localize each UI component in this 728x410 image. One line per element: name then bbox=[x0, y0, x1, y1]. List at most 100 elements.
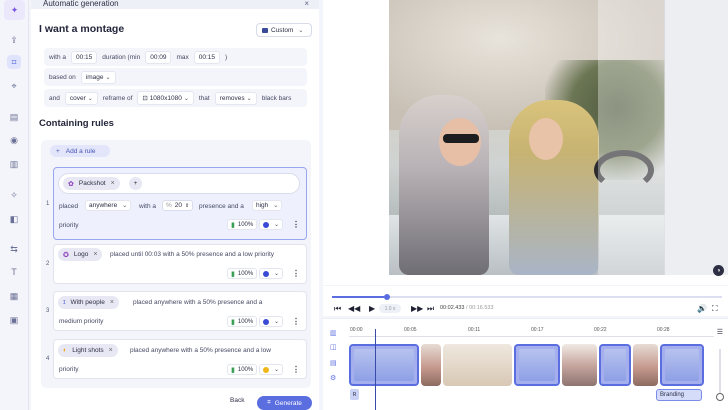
audio-icon[interactable]: ◉ bbox=[7, 133, 21, 147]
rewind-icon[interactable]: ◀◀ bbox=[348, 304, 360, 313]
presence-input[interactable]: % 20 ⇕ bbox=[162, 200, 194, 211]
background-icon[interactable]: ▦ bbox=[7, 289, 21, 303]
timeline-clip[interactable] bbox=[660, 344, 704, 386]
skip-forward-icon[interactable]: ⏭ bbox=[427, 304, 434, 314]
play-icon[interactable]: ▶ bbox=[369, 304, 375, 313]
zoom-slider[interactable] bbox=[716, 349, 724, 401]
removes-dropdown[interactable]: removes ⌄ bbox=[214, 91, 257, 105]
rule-card-light-shots[interactable]: ◐ Light shots × placed anywhere with a 5… bbox=[53, 339, 307, 379]
share-badge[interactable]: ▮ 100% bbox=[227, 316, 258, 327]
crop-icon[interactable]: ⌖ bbox=[7, 79, 21, 93]
timeline-clip[interactable] bbox=[349, 344, 419, 386]
chip-remove-icon[interactable]: × bbox=[93, 251, 97, 258]
rule-number: 2 bbox=[46, 261, 50, 267]
min-duration-input[interactable]: 00:09 bbox=[145, 50, 172, 64]
subtitles-icon[interactable]: ▤ bbox=[7, 110, 21, 124]
close-icon[interactable]: × bbox=[304, 0, 309, 8]
rule-card-packshot[interactable]: ✿ Packshot × + placed anywhere ⌄ with a %… bbox=[53, 167, 307, 240]
layers-icon[interactable]: ◫ bbox=[330, 343, 339, 351]
transitions-icon[interactable]: ⇆ bbox=[7, 242, 21, 256]
text-icon[interactable]: T bbox=[7, 265, 21, 279]
timeline-clip[interactable] bbox=[599, 344, 631, 386]
more-options-icon[interactable]: ⋮ bbox=[292, 365, 300, 374]
timeline-clip[interactable] bbox=[514, 344, 560, 386]
chevron-down-icon: ⌄ bbox=[298, 27, 304, 34]
timeline-clip[interactable] bbox=[562, 344, 597, 386]
rule-chip-label: Light shots bbox=[72, 347, 104, 354]
sparkle-icon[interactable]: ✦ bbox=[4, 0, 25, 20]
chip-remove-icon[interactable]: × bbox=[109, 347, 113, 354]
plus-icon: + bbox=[56, 147, 60, 155]
presence-label: presence and a bbox=[199, 203, 244, 210]
share-badge[interactable]: ▮ 100% bbox=[227, 268, 258, 279]
forward-icon[interactable]: ▶▶ bbox=[411, 304, 423, 313]
generate-button[interactable]: ⌗ Generate bbox=[257, 396, 312, 410]
close-paren: ) bbox=[225, 53, 228, 61]
add-tag-button[interactable]: + bbox=[129, 177, 142, 190]
auto-edit-icon[interactable]: ⌗ bbox=[7, 55, 21, 69]
priority-label: priority bbox=[59, 222, 79, 229]
chip-remove-icon[interactable]: × bbox=[110, 299, 114, 306]
priority-dropdown[interactable]: high ⌄ bbox=[252, 200, 283, 211]
subtitle-track-icon[interactable]: ▤ bbox=[330, 359, 339, 367]
progress-bar[interactable] bbox=[332, 294, 722, 300]
rule-card-with-people[interactable]: ɪ With people × placed anywhere with a 5… bbox=[53, 291, 307, 331]
share-icon: ▮ bbox=[231, 366, 235, 374]
skip-back-icon[interactable]: ⏮ bbox=[334, 304, 341, 314]
filters-icon[interactable]: ◧ bbox=[7, 212, 21, 226]
branding-clip[interactable]: Branding bbox=[656, 389, 702, 401]
contrast-icon[interactable]: ◑ bbox=[713, 265, 724, 276]
ruler-tick: 00:28 bbox=[657, 327, 670, 333]
speed-pill[interactable]: 1.0 x bbox=[379, 304, 401, 313]
timeline-clip[interactable] bbox=[443, 344, 512, 386]
cover-dropdown[interactable]: cover ⌄ bbox=[64, 91, 98, 105]
fullscreen-icon[interactable]: ⛶ bbox=[712, 304, 718, 314]
ratio-dropdown[interactable]: ⊡ 1080x1080 ⌄ bbox=[137, 91, 194, 105]
volume-icon[interactable]: 🔊 bbox=[697, 304, 707, 313]
add-rule-button[interactable]: + Add a rule bbox=[50, 145, 110, 157]
based-on-dropdown[interactable]: image ⌄ bbox=[80, 70, 116, 84]
color-picker[interactable]: ⌄ bbox=[259, 316, 284, 327]
timeline-clip[interactable] bbox=[633, 344, 658, 386]
packshot-icon: ✿ bbox=[68, 180, 74, 188]
ruler-tick: 00:11 bbox=[468, 327, 481, 333]
current-time: 00:02.433 bbox=[440, 305, 465, 311]
share-badge[interactable]: ▮ 100% bbox=[227, 219, 258, 230]
more-options-icon[interactable]: ⋮ bbox=[292, 317, 300, 326]
image-icon[interactable]: ▣ bbox=[7, 313, 21, 327]
left-icon-rail: ✦ ⇪ ⌗ ⌖ ▤ ◉ ▥ ✧ ◧ ⇆ T ▦ ▣ bbox=[0, 0, 29, 410]
zoom-slider-handle[interactable] bbox=[716, 393, 724, 401]
chevron-down-icon: ⌄ bbox=[274, 319, 280, 325]
more-options-icon[interactable]: ⋮ bbox=[292, 269, 300, 278]
ratio-value: 1080x1080 bbox=[149, 95, 182, 102]
settings-icon[interactable]: ⚙ bbox=[330, 374, 339, 382]
upload-icon[interactable]: ⇪ bbox=[7, 33, 21, 47]
duration-input[interactable]: 00:15 bbox=[70, 50, 98, 64]
back-button[interactable]: Back bbox=[230, 397, 244, 404]
chevron-down-icon: ⌄ bbox=[87, 95, 93, 102]
playhead[interactable] bbox=[375, 329, 376, 410]
more-options-icon[interactable]: ⋮ bbox=[292, 220, 300, 229]
list-icon[interactable]: ☰ bbox=[717, 328, 723, 336]
progress-handle[interactable] bbox=[383, 294, 390, 300]
timeline-clip[interactable] bbox=[421, 344, 441, 386]
max-duration-input[interactable]: 00:15 bbox=[193, 50, 221, 64]
chart-icon[interactable]: ▥ bbox=[7, 157, 21, 171]
tracks-icon[interactable]: ▥ bbox=[330, 329, 339, 337]
color-picker[interactable]: ⌄ bbox=[259, 268, 284, 279]
share-badge[interactable]: ▮ 100% bbox=[227, 364, 258, 375]
color-picker[interactable]: ⌄ bbox=[259, 364, 284, 375]
mode-dropdown[interactable]: Custom ⌄ bbox=[256, 23, 312, 37]
stepper-icon[interactable]: ⇕ bbox=[185, 203, 189, 209]
color-picker[interactable]: ⌄ bbox=[259, 219, 284, 230]
subtitle-marker[interactable]: R bbox=[350, 389, 359, 400]
chevron-down-icon: ⌄ bbox=[246, 95, 252, 102]
placement-value: anywhere bbox=[89, 202, 118, 209]
rule-card-logo[interactable]: ✪ Logo × placed until 00:03 with a 50% p… bbox=[53, 244, 307, 284]
based-on-label: based on bbox=[49, 73, 76, 81]
effects-icon[interactable]: ✧ bbox=[7, 188, 21, 202]
chip-remove-icon[interactable]: × bbox=[111, 180, 115, 187]
rule-chip: ✿ Packshot × bbox=[63, 177, 120, 190]
placement-dropdown[interactable]: anywhere ⌄ bbox=[85, 200, 132, 211]
mode-dropdown-value: Custom bbox=[271, 26, 294, 34]
